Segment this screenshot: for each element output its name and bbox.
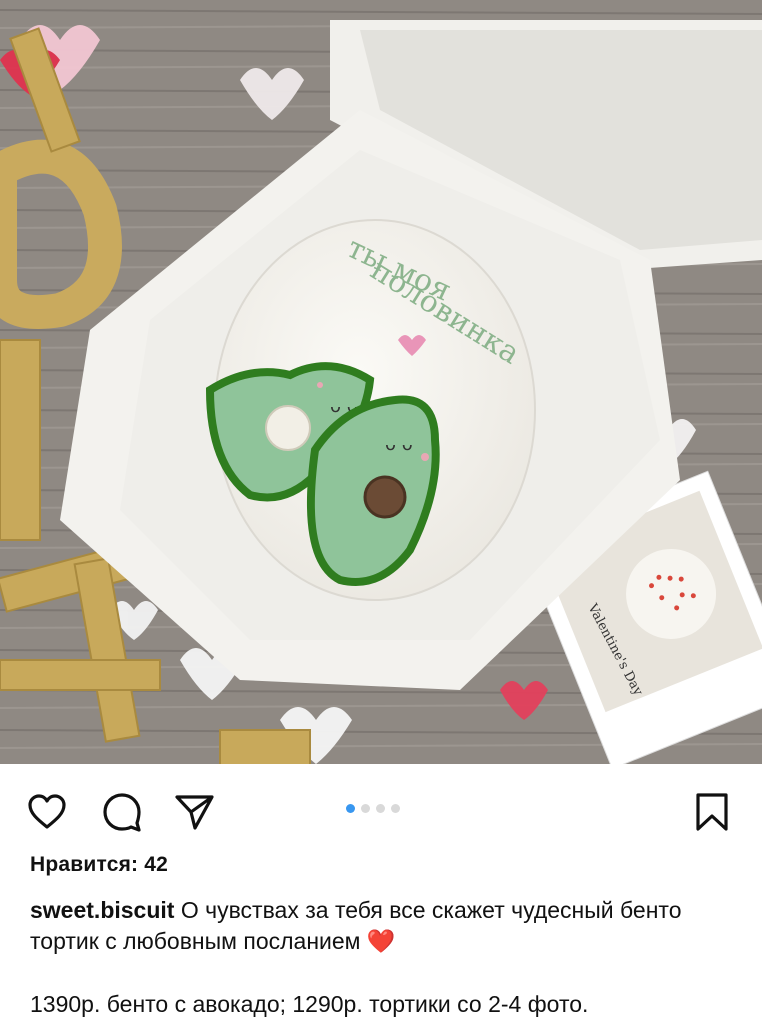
- carousel-dot[interactable]: [346, 804, 355, 813]
- comment-icon[interactable]: [100, 790, 144, 834]
- send-icon[interactable]: [172, 790, 216, 834]
- post-photo[interactable]: Valentine's Day ты моя половинка ᴗ ᴗ ᴗ ᴗ: [0, 0, 762, 764]
- heart-icon[interactable]: [25, 790, 69, 834]
- bento-cake-photo: Valentine's Day ты моя половинка ᴗ ᴗ ᴗ ᴗ: [0, 0, 762, 764]
- carousel-indicator: [346, 804, 400, 816]
- carousel-dot[interactable]: [391, 804, 400, 813]
- likes-count[interactable]: Нравится: 42: [30, 853, 168, 877]
- heart-emoji: ❤️: [366, 928, 396, 954]
- post-caption: sweet.biscuit О чувствах за тебя все ска…: [30, 895, 730, 957]
- carousel-dot[interactable]: [376, 804, 385, 813]
- carousel-dot[interactable]: [361, 804, 370, 813]
- username-link[interactable]: sweet.biscuit: [30, 897, 174, 923]
- price-text: 1390р. бенто с авокадо; 1290р. тортики с…: [30, 991, 589, 1017]
- post-action-bar: [0, 764, 762, 852]
- svg-text:ᴗ ᴗ: ᴗ ᴗ: [385, 434, 413, 455]
- bookmark-icon[interactable]: [690, 790, 734, 834]
